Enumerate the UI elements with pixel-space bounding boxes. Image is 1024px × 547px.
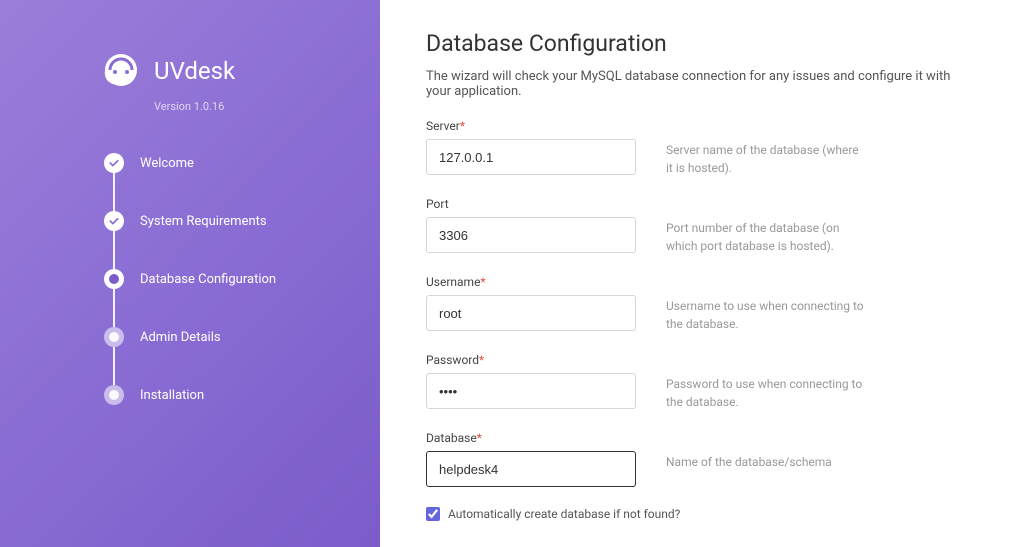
pending-step-icon (104, 385, 124, 405)
main-content: Database Configuration The wizard will c… (380, 0, 1024, 547)
port-label: Port (426, 197, 636, 211)
password-input[interactable] (426, 373, 636, 409)
page-description: The wizard will check your MySQL databas… (426, 69, 978, 99)
step-label: Admin Details (140, 330, 221, 345)
field-password-row: Password* Password to use when connectin… (426, 353, 978, 411)
check-icon (104, 153, 124, 173)
port-help: Port number of the database (on which po… (666, 197, 866, 255)
password-help: Password to use when connecting to the d… (666, 353, 866, 411)
current-step-icon (104, 269, 124, 289)
auto-create-db-checkbox[interactable] (426, 507, 440, 521)
auto-create-db-label: Automatically create database if not fou… (448, 507, 680, 521)
step-label: Installation (140, 388, 204, 403)
sidebar: UVdesk Version 1.0.16 Welcome System Req… (0, 0, 380, 547)
auto-create-db-row: Automatically create database if not fou… (426, 507, 978, 521)
server-help: Server name of the database (where it is… (666, 119, 866, 177)
page-title: Database Configuration (426, 30, 978, 57)
step-installation[interactable]: Installation (104, 385, 340, 405)
brand-block: UVdesk (100, 50, 340, 92)
step-database-configuration[interactable]: Database Configuration (104, 269, 340, 327)
step-label: Database Configuration (140, 272, 276, 287)
server-input[interactable] (426, 139, 636, 175)
step-label: Welcome (140, 156, 194, 171)
database-label: Database* (426, 431, 636, 445)
username-input[interactable] (426, 295, 636, 331)
step-admin-details[interactable]: Admin Details (104, 327, 340, 385)
check-icon (104, 211, 124, 231)
step-welcome[interactable]: Welcome (104, 153, 340, 211)
field-username-row: Username* Username to use when connectin… (426, 275, 978, 333)
pending-step-icon (104, 327, 124, 347)
brand-logo-icon (100, 50, 142, 92)
port-input[interactable] (426, 217, 636, 253)
field-server-row: Server* Server name of the database (whe… (426, 119, 978, 177)
database-help: Name of the database/schema (666, 431, 866, 487)
brand-name: UVdesk (154, 57, 235, 85)
password-label: Password* (426, 353, 636, 367)
database-input[interactable] (426, 451, 636, 487)
username-help: Username to use when connecting to the d… (666, 275, 866, 333)
field-database-row: Database* Name of the database/schema (426, 431, 978, 487)
field-port-row: Port Port number of the database (on whi… (426, 197, 978, 255)
server-label: Server* (426, 119, 636, 133)
brand-version: Version 1.0.16 (154, 100, 340, 113)
wizard-steps: Welcome System Requirements Database Con… (100, 153, 340, 405)
step-label: System Requirements (140, 214, 267, 229)
step-system-requirements[interactable]: System Requirements (104, 211, 340, 269)
username-label: Username* (426, 275, 636, 289)
